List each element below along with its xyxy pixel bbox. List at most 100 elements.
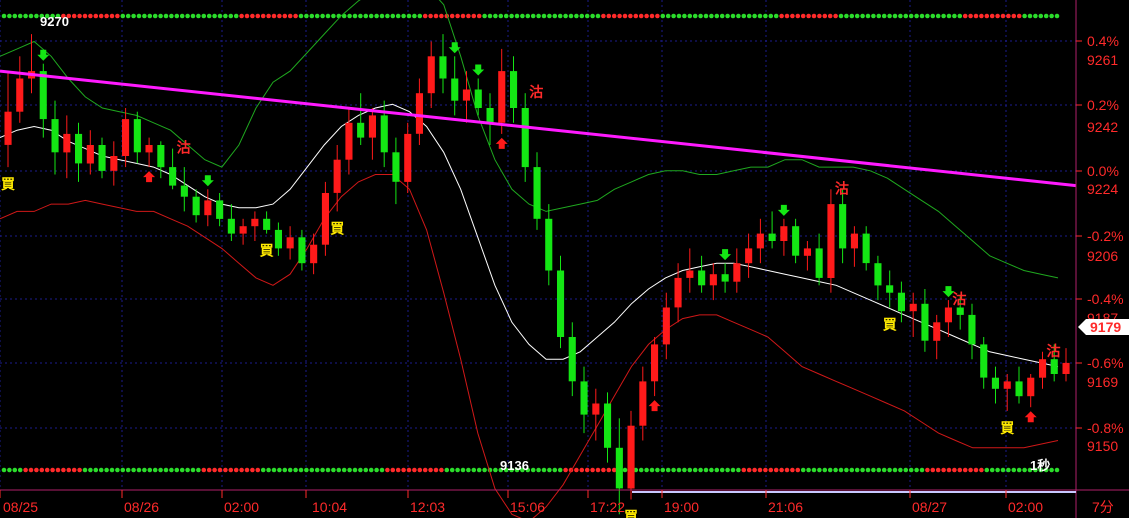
signal-dot [482,13,487,19]
candle-body [462,89,470,101]
signal-dot [574,13,579,19]
candle-body [110,156,118,171]
signal-dot [649,467,655,473]
signal-dot [1,13,7,19]
signal-dot [385,13,390,19]
buy-signal-label: 買 [624,510,639,518]
y-percent-tick-label: 0.4% [1087,33,1119,49]
signal-dot [757,467,763,473]
signal-dot [482,467,487,473]
signal-dot [595,13,601,19]
signal-dot [525,13,531,19]
sell-signal-label: 沽 [835,180,849,197]
candle-body [662,307,670,345]
signal-dot [174,467,180,473]
signal-dot [790,13,795,19]
sell-signal-label: 沽 [952,291,966,308]
x-tick-label: 12:03 [410,499,445,515]
signal-dot [12,467,18,473]
signal-dot [244,13,250,19]
signal-dot [968,467,973,473]
signal-dot [363,13,369,19]
candle-body [557,270,565,337]
signal-dot [266,13,271,19]
x-tick-label: 08/25 [3,499,38,515]
y-price-tick-label: 9206 [1087,248,1118,264]
signal-dot [725,13,730,19]
candle-body [180,185,188,197]
signal-dot [903,467,909,473]
signal-dot [768,467,774,473]
signal-dot [239,13,244,19]
candle-body [380,115,388,153]
signal-dot [984,13,990,19]
signal-dot [71,13,77,19]
candle-body [333,159,341,193]
signal-dot [574,467,579,473]
candle-body [345,122,353,160]
signal-dot [201,13,207,19]
signal-dot [503,13,509,19]
candle-body [1003,381,1011,389]
candle-body [251,218,259,227]
signal-dot [439,467,444,473]
signal-dot [298,467,304,473]
candle-body [909,303,917,312]
candle-body [521,108,529,168]
signal-dot [714,467,720,473]
signal-dot [34,13,39,19]
signal-dot [1000,467,1006,473]
candle-body [639,381,647,426]
signal-dot [455,13,460,19]
signal-dot [984,467,990,473]
x-tick-label: 08/27 [912,499,947,515]
signal-dot [206,13,212,19]
signal-dot [595,467,601,473]
x-tick-label: 17:22 [590,499,625,515]
signal-dot [817,467,822,473]
signal-dot [88,13,93,19]
signal-dot [120,467,126,473]
signal-dot [962,13,968,19]
signal-dot [811,467,817,473]
signal-dot [541,13,547,19]
signal-dot [860,467,865,473]
signal-dot [266,467,271,473]
signal-dot [476,467,482,473]
signal-dot [1038,13,1044,19]
x-tick-label: 10:04 [312,499,347,515]
signal-dot [196,13,201,19]
signal-dot [82,13,88,19]
sell-signal-label: 沽 [529,84,543,101]
signal-dot [223,13,228,19]
signal-dot [622,13,628,19]
candle-body [1050,359,1058,374]
signal-dot [908,13,914,19]
low-label: 9136 [500,458,529,473]
candle-body [169,167,177,186]
signal-dot [277,13,282,19]
signal-dot [692,13,698,19]
timeframe-label[interactable]: 7分 [1092,499,1114,515]
signal-dot [379,467,385,473]
candle-body [63,133,71,153]
signal-dot [709,13,714,19]
signal-dot [228,467,234,473]
signal-dot [849,13,855,19]
signal-dot [784,13,790,19]
signal-dot [854,467,860,473]
signal-dot [719,13,725,19]
candle-body [286,237,294,249]
signal-dot [1006,13,1011,19]
signal-dot [88,467,93,473]
signal-dot [644,467,649,473]
signal-dot [1016,13,1022,19]
signal-dot [757,13,763,19]
signal-dot [606,13,612,19]
candle-body [792,226,800,256]
signal-dot [471,13,477,19]
signal-dot [547,467,552,473]
signal-dot [514,13,520,19]
signal-dot [412,467,417,473]
signal-dot [228,13,234,19]
